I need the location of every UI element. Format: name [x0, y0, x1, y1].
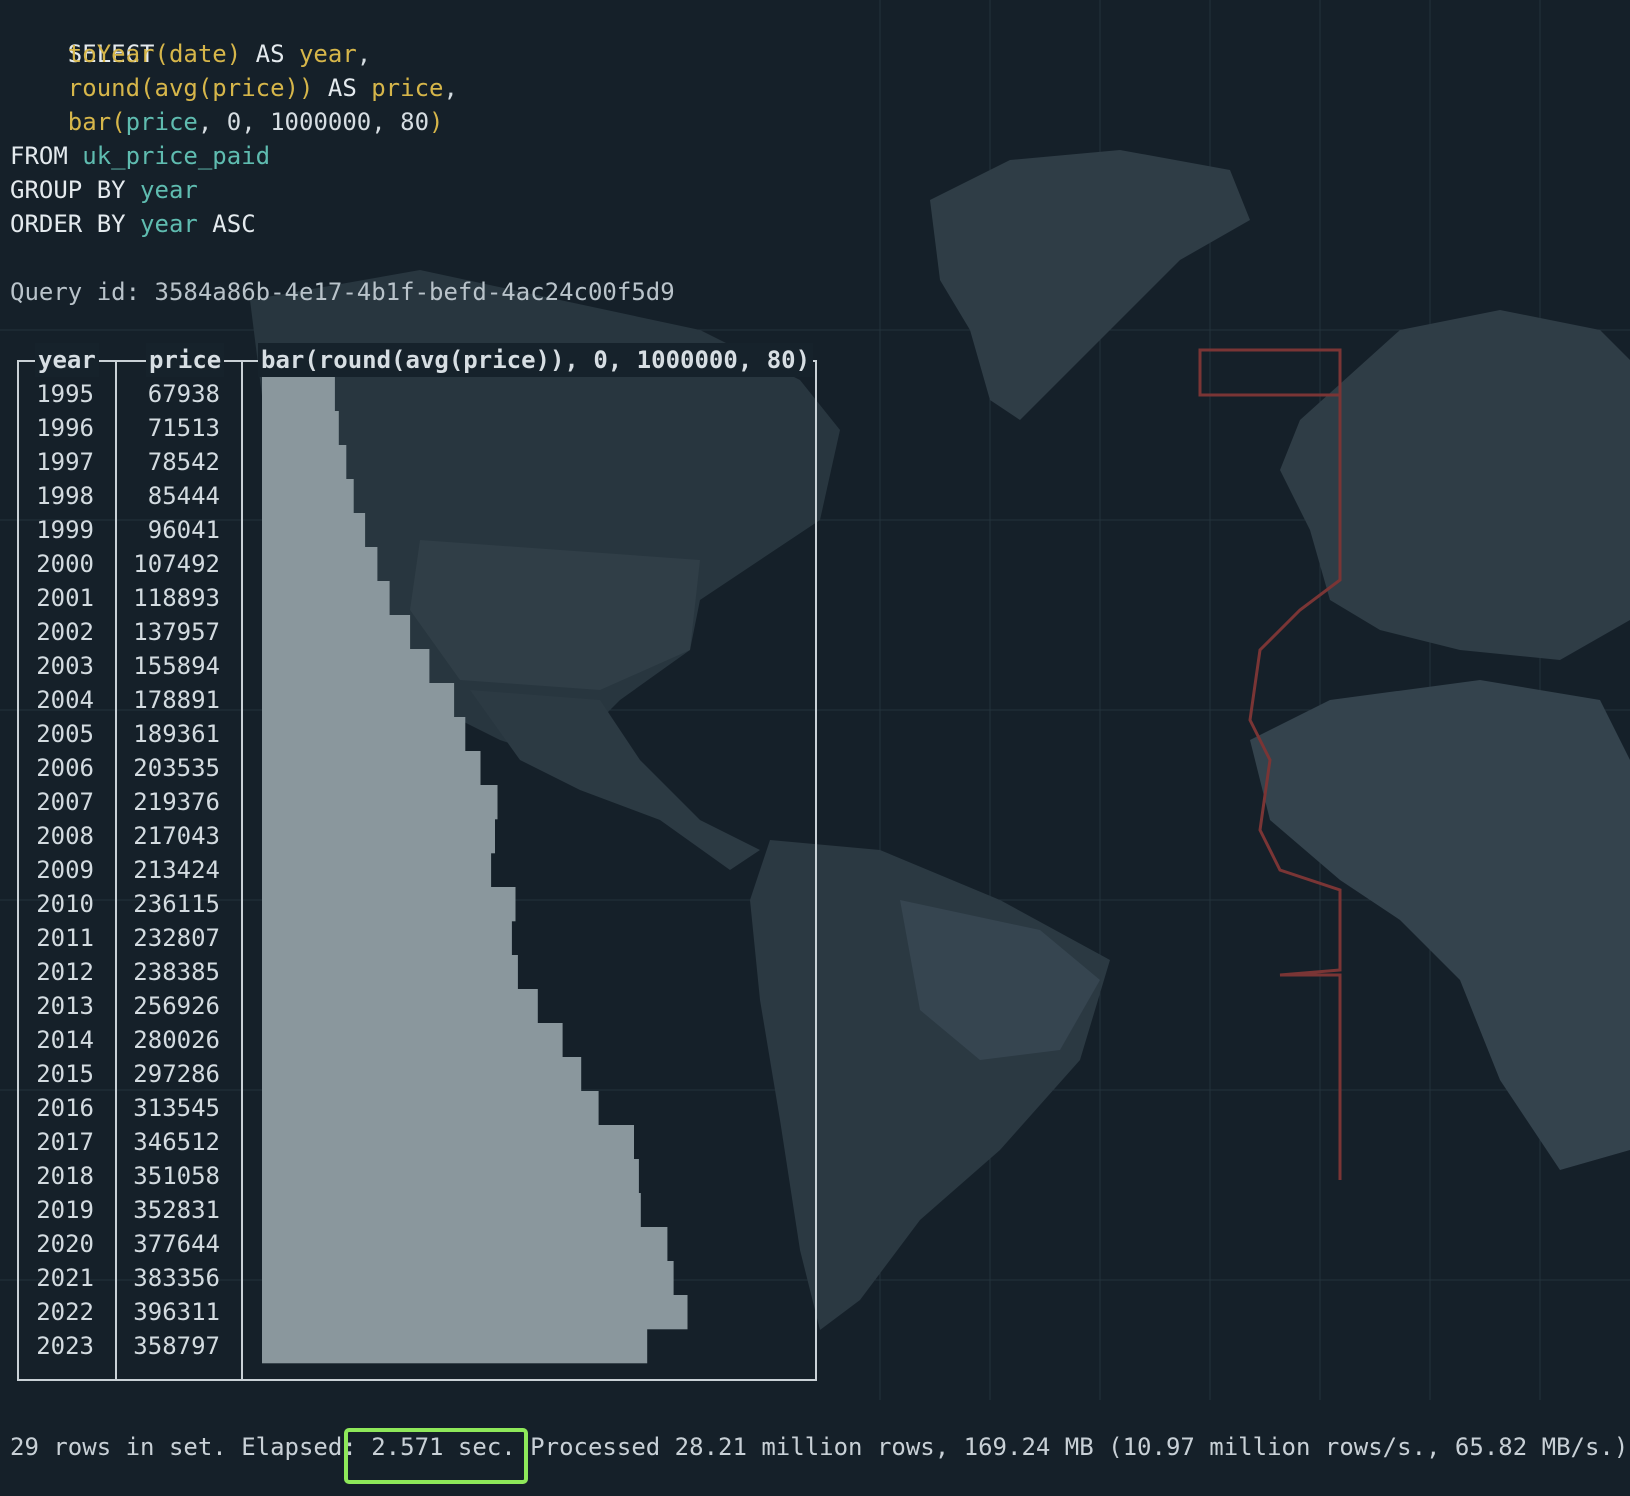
bar-2004: [262, 683, 455, 718]
bar-2001: [262, 581, 390, 616]
bar-2021: [262, 1261, 674, 1296]
bar-2014: [262, 1023, 563, 1058]
elapsed-time-highlight: [344, 1428, 528, 1484]
bar-2015: [262, 1057, 582, 1092]
bar-2000: [262, 547, 378, 582]
bar-2009: [262, 853, 492, 888]
bar-2005: [262, 717, 466, 752]
bar-2007: [262, 785, 498, 820]
bar-2020: [262, 1227, 668, 1262]
bar-2019: [262, 1193, 641, 1228]
bar-2022: [262, 1295, 688, 1330]
status-line: 29 rows in set. Elapsed: 2.571 sec. Proc…: [10, 1433, 1629, 1461]
bar-2010: [262, 887, 516, 922]
bar-2016: [262, 1091, 599, 1126]
bar-2023: [262, 1329, 648, 1364]
bar-1995: [262, 377, 335, 412]
bar-2006: [262, 751, 481, 786]
bar-2017: [262, 1125, 634, 1160]
bar-2008: [262, 819, 495, 854]
terminal-output: SELECT toYear(date) AS year, round(avg(p…: [0, 0, 1630, 1496]
bar-1997: [262, 445, 347, 480]
bar-1998: [262, 479, 354, 514]
bar-2013: [262, 989, 538, 1024]
bar-2003: [262, 649, 430, 684]
bar-2018: [262, 1159, 639, 1194]
bar-column: [262, 377, 688, 1364]
bar-2011: [262, 921, 512, 956]
bar-2012: [262, 955, 518, 990]
bar-1999: [262, 513, 366, 548]
bar-1996: [262, 411, 339, 446]
bar-2002: [262, 615, 411, 650]
